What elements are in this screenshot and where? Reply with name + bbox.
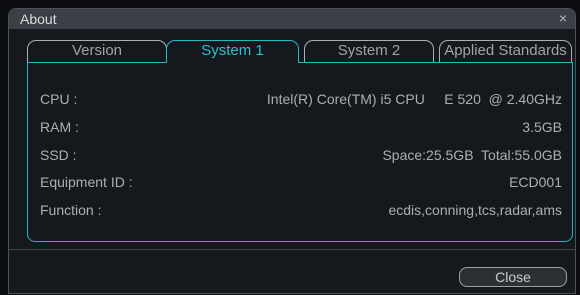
cpu-label: CPU : [40,91,78,107]
info-row-function: Function : ecdis,conning,tcs,radar,ams [40,200,562,220]
footer-divider [9,249,575,250]
tab-system-2[interactable]: System 2 [304,40,434,62]
about-dialog: About × Version System 1 System 2 Applie… [8,8,576,294]
title-bar[interactable]: About × [9,9,575,29]
tab-applied-standards[interactable]: Applied Standards [439,40,572,62]
info-row-ssd: SSD : Space:25.5GB Total:55.0GB [40,145,562,165]
dialog-title: About [20,11,57,27]
ram-value: 3.5GB [522,119,562,135]
tab-bar: Version System 1 System 2 Applied Standa… [27,40,572,63]
ssd-label: SSD : [40,147,77,163]
tab-system-1[interactable]: System 1 [166,40,299,63]
function-label: Function : [40,202,102,218]
cpu-value: Intel(R) Core(TM) i5 CPU E 520 @ 2.40GHz [266,91,562,107]
function-value: ecdis,conning,tcs,radar,ams [388,202,562,218]
tab-version[interactable]: Version [27,40,167,62]
system-1-panel: CPU : Intel(R) Core(TM) i5 CPU E 520 @ 2… [27,62,573,242]
close-icon[interactable]: × [555,10,571,26]
close-button[interactable]: Close [459,267,567,287]
equipment-id-value: ECD001 [509,174,562,190]
info-row-cpu: CPU : Intel(R) Core(TM) i5 CPU E 520 @ 2… [40,89,562,109]
ram-label: RAM : [40,119,79,135]
ssd-value: Space:25.5GB Total:55.0GB [382,147,562,163]
info-row-equipment-id: Equipment ID : ECD001 [40,172,562,192]
equipment-id-label: Equipment ID : [40,174,133,190]
info-row-ram: RAM : 3.5GB [40,117,562,137]
